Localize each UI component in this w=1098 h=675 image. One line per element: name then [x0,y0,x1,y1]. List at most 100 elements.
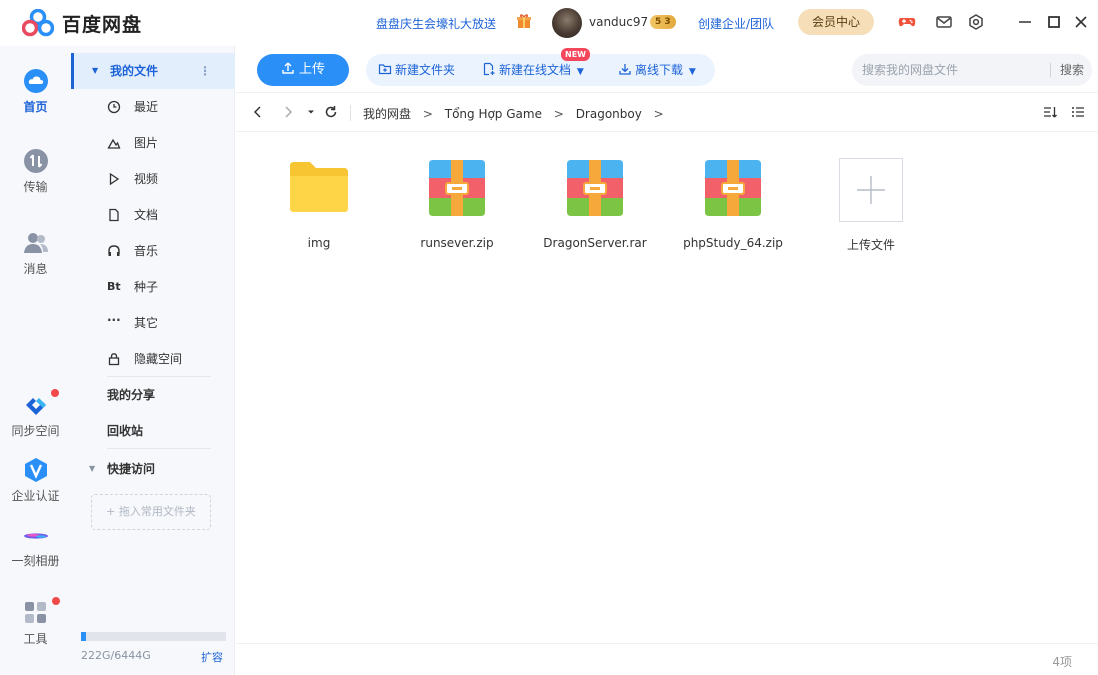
upload-file-tile[interactable]: 上传文件 [806,146,936,266]
vip-center-button[interactable]: 会员中心 [798,9,874,35]
level-badge: 5 3 [650,15,676,29]
quick-access-drop-zone[interactable]: + 拖入常用文件夹 [91,494,211,530]
main-content: 上传 新建文件夹 新建在线文档 ▼ NEW 离线下载 ▼ 搜索我的网盘文件 搜索… [236,46,1098,675]
file-name: 上传文件 [846,238,895,252]
file-grid: img runsever.zip DragonServer.rar phpStu… [236,146,1098,286]
document-icon [109,208,119,222]
rail-item-sync-space[interactable]: 同步空间 [0,392,71,439]
sort-icon[interactable] [1042,104,1058,120]
close-icon[interactable] [1072,13,1090,31]
transfer-icon [23,149,48,173]
collapse-arrow-icon[interactable]: ▼ [89,451,95,487]
sidebar-item-my-share[interactable]: 我的分享 [71,377,235,413]
baidu-netdisk-logo-icon [22,9,54,37]
status-bar: 4项 [236,643,1098,675]
rail-label: 传输 [23,180,48,194]
search-input[interactable] [862,54,1042,86]
tools-icon [24,602,46,623]
file-name: img [307,236,331,250]
rail-item-home[interactable]: 首页 [0,68,71,115]
more-options-icon[interactable]: ⋮ [199,53,211,89]
mail-icon[interactable] [935,13,953,31]
file-item-archive[interactable]: DragonServer.rar [530,146,660,266]
file-name: DragonServer.rar [543,236,647,250]
file-item-folder[interactable]: img [254,146,384,266]
sidebar-item-images[interactable]: 图片 [71,125,235,161]
album-icon [23,533,48,539]
breadcrumb-item[interactable]: Dragonboy [576,107,642,121]
breadcrumb-separator: > [553,107,564,121]
sidebar-item-recent[interactable]: 最近 [71,89,235,125]
minimize-icon[interactable] [1016,13,1034,31]
rail-item-album[interactable]: 一刻相册 [0,522,71,569]
app-brand: 百度网盘 [62,14,143,36]
play-icon [109,172,120,186]
left-rail: 首页 传输 消息 同步空间 企业认证 一刻相册 工具 [0,46,71,675]
upload-button[interactable]: 上传 [257,54,349,86]
sidebar-item-hidden-space[interactable]: 隐藏空间 [71,341,235,377]
sidebar-item-recycle-bin[interactable]: 回收站 [71,413,235,449]
breadcrumb-item[interactable]: Tổng Hợp Game [445,107,542,121]
forward-arrow-icon[interactable] [280,104,296,120]
sidebar-item-documents[interactable]: 文档 [71,197,235,233]
offline-download-button[interactable]: 离线下载 ▼ [618,54,696,86]
dropdown-caret-icon[interactable]: ▼ [577,67,584,77]
sidebar-item-other[interactable]: ··· 其它 [71,305,235,341]
gift-icon[interactable] [516,13,532,29]
cloud-icon [23,69,48,93]
new-badge: NEW [561,48,590,61]
history-dropdown-icon[interactable] [303,104,319,120]
maximize-icon[interactable] [1045,13,1063,31]
people-icon [23,233,48,253]
rail-label: 企业认证 [11,489,60,503]
breadcrumb: 我的网盘 > Tổng Hợp Game > Dragonboy > [363,105,672,122]
item-count: 4项 [1052,655,1072,669]
rail-item-messages[interactable]: 消息 [0,230,71,277]
refresh-icon[interactable] [323,104,339,120]
file-item-archive[interactable]: phpStudy_64.zip [668,146,798,266]
sidebar-item-quick-access[interactable]: ▼ 快捷访问 [71,451,235,487]
file-item-archive[interactable]: runsever.zip [392,146,522,266]
rail-label: 同步空间 [11,424,60,438]
folder-icon [290,162,348,212]
divider [107,448,211,449]
new-folder-button[interactable]: 新建文件夹 [378,54,455,86]
toolbar-group: 新建文件夹 新建在线文档 ▼ NEW 离线下载 ▼ [366,48,715,86]
rail-item-tools[interactable]: 工具 [0,600,71,647]
ellipsis-icon: ··· [107,313,121,327]
archive-zip-icon [429,160,485,216]
sidebar-item-my-files[interactable]: ▼ 我的文件 ⋮ [71,53,235,89]
file-name: runsever.zip [420,236,494,250]
breadcrumb-separator[interactable]: > [654,107,664,121]
expand-storage-link[interactable]: 扩容 [201,649,223,665]
username[interactable]: vanduc97 [589,15,648,29]
gamepad-icon[interactable] [898,13,916,31]
archive-rar-icon [567,160,623,216]
sidebar-item-music[interactable]: 音乐 [71,233,235,269]
archive-zip-icon [705,160,761,216]
sidebar-item-torrents[interactable]: Bt 种子 [71,269,235,305]
collapse-arrow-icon[interactable]: ▼ [92,53,98,89]
upload-icon [282,62,294,74]
notification-dot [51,389,59,397]
rail-label: 一刻相册 [11,554,60,568]
path-navbar: 我的网盘 > Tổng Hợp Game > Dragonboy > [236,92,1098,132]
create-enterprise-link[interactable]: 创建企业/团队 [698,15,774,32]
dropdown-caret-icon[interactable]: ▼ [689,67,696,77]
search-button[interactable]: 搜索 [1060,54,1084,86]
search-box: 搜索 [852,54,1092,86]
avatar[interactable] [552,8,582,38]
back-arrow-icon[interactable] [250,104,266,120]
verify-v-icon [24,458,47,482]
breadcrumb-item[interactable]: 我的网盘 [363,107,411,121]
promo-link[interactable]: 盘盘庆生会壕礼大放送 [376,15,496,32]
rail-item-enterprise-verify[interactable]: 企业认证 [0,457,71,504]
sidebar-item-videos[interactable]: 视频 [71,161,235,197]
upload-tile-box[interactable] [839,158,903,222]
file-name: phpStudy_64.zip [683,236,783,250]
plus-icon [857,176,885,204]
list-view-icon[interactable] [1070,104,1086,120]
settings-gear-icon[interactable] [967,13,985,31]
rail-item-transfer[interactable]: 传输 [0,148,71,195]
new-folder-icon [378,64,392,75]
